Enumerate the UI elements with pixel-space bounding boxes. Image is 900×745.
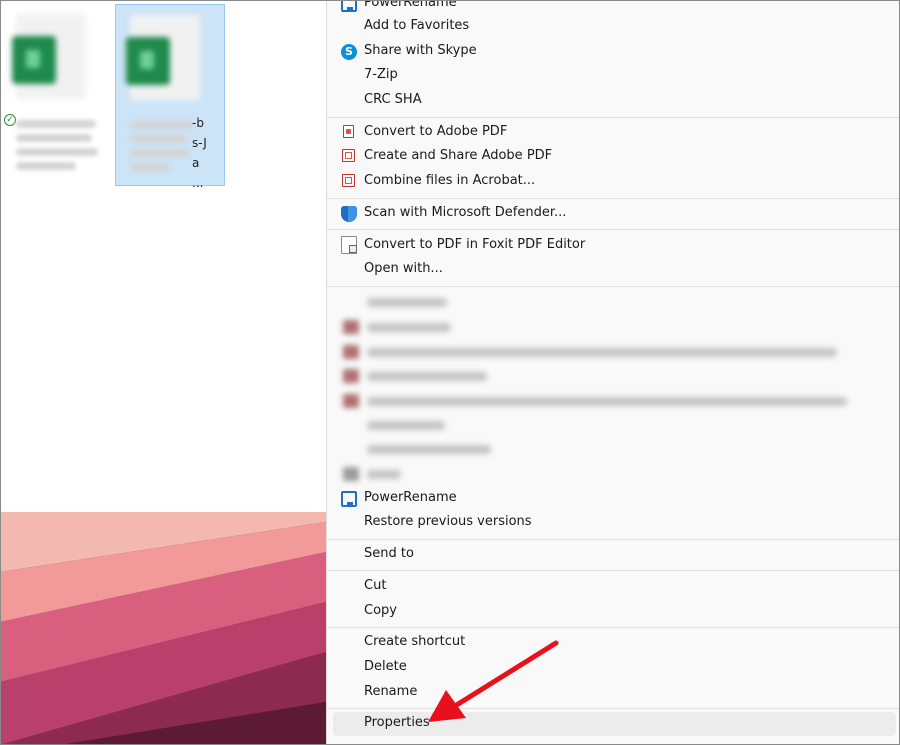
file-name-visible: -b s-J a ... [192, 116, 207, 190]
powerrename-icon [341, 491, 357, 507]
powerrename-icon [341, 0, 357, 12]
menu-item-delete[interactable]: Delete [333, 656, 896, 680]
file-item-selected[interactable]: -b s-J a ... [115, 4, 225, 190]
menu-item-rename[interactable]: Rename [333, 681, 896, 705]
redacted-menu-items [333, 290, 896, 490]
menu-separator [327, 627, 900, 628]
menu-item-powerrename[interactable]: PowerRename [333, 487, 896, 511]
file-item[interactable]: ✓ [2, 4, 112, 186]
menu-item-scan-defender[interactable]: Scan with Microsoft Defender... [333, 202, 896, 226]
menu-item-convert-to-adobe-pdf[interactable]: Convert to Adobe PDF [333, 121, 896, 145]
skype-icon: S [341, 44, 357, 60]
menu-item-powerrename-top[interactable]: PowerRename [333, 0, 896, 16]
menu-item-convert-foxit[interactable]: Convert to PDF in Foxit PDF Editor [333, 234, 896, 258]
menu-item-cut[interactable]: Cut [333, 575, 896, 599]
desktop-wallpaper [0, 512, 326, 745]
file-thumbnail [12, 14, 86, 99]
menu-item-share-with-skype[interactable]: S Share with Skype [333, 40, 896, 64]
defender-shield-icon [341, 206, 357, 222]
acrobat-combine-icon [342, 174, 355, 187]
menu-separator [327, 708, 900, 709]
menu-separator [327, 286, 900, 287]
menu-item-7zip[interactable]: 7-Zip [333, 64, 896, 88]
context-menu: PowerRename Add to Favorites S Share wit… [326, 0, 900, 745]
file-thumbnail [126, 15, 200, 100]
menu-item-open-with[interactable]: Open with... [333, 258, 896, 282]
menu-item-copy[interactable]: Copy [333, 600, 896, 624]
file-explorer-view: ✓ -b s-J a ... [0, 0, 326, 512]
menu-item-restore-previous-versions[interactable]: Restore previous versions [333, 511, 896, 535]
menu-item-create-share-adobe-pdf[interactable]: Create and Share Adobe PDF [333, 145, 896, 169]
menu-separator [327, 539, 900, 540]
menu-item-create-shortcut[interactable]: Create shortcut [333, 631, 896, 655]
menu-item-crc-sha[interactable]: CRC SHA [333, 89, 896, 113]
menu-item-send-to[interactable]: Send to [333, 543, 896, 567]
menu-separator [327, 229, 900, 230]
file-name-blurred [126, 115, 196, 185]
menu-separator [327, 570, 900, 571]
menu-item-add-to-favorites[interactable]: Add to Favorites [333, 15, 896, 39]
file-name-blurred [12, 114, 100, 184]
menu-item-combine-in-acrobat[interactable]: Combine files in Acrobat... [333, 170, 896, 194]
menu-item-properties[interactable]: Properties [333, 712, 896, 736]
adobe-share-pdf-icon [342, 149, 355, 162]
menu-separator [327, 198, 900, 199]
menu-separator [327, 117, 900, 118]
adobe-pdf-icon [343, 125, 354, 138]
foxit-icon [341, 236, 357, 254]
